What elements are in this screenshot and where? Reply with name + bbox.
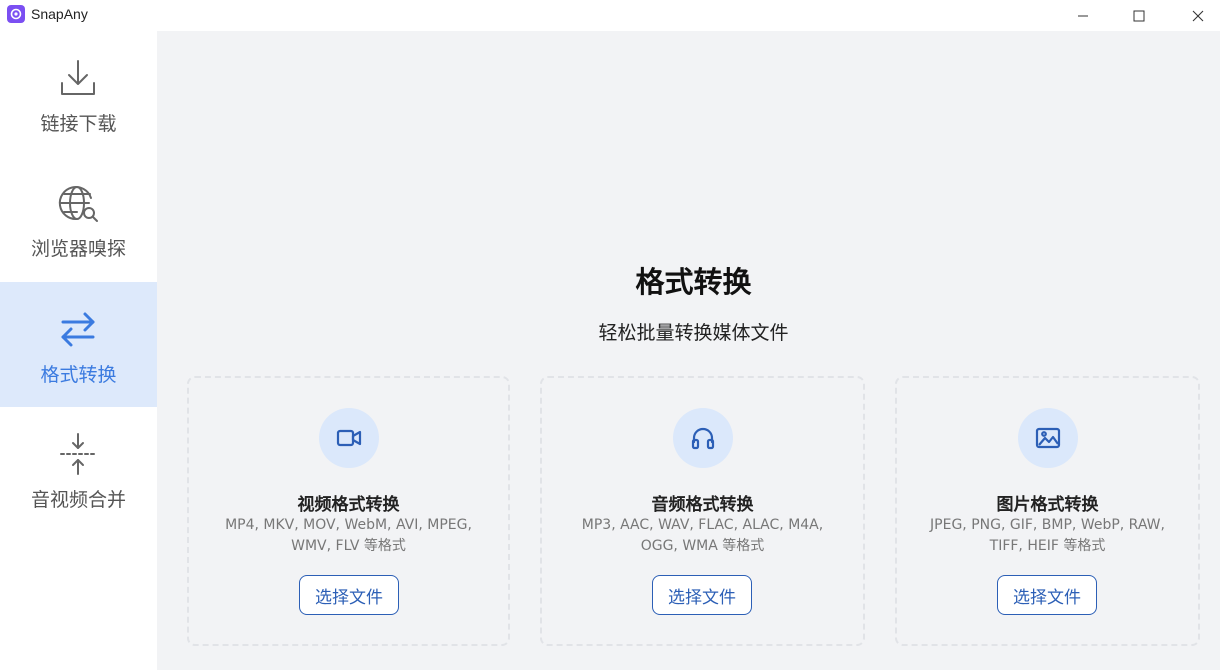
- card-title: 视频格式转换: [297, 495, 400, 515]
- close-button[interactable]: [1175, 0, 1220, 31]
- sidebar-item-format-convert[interactable]: 格式转换: [0, 282, 157, 407]
- card-description: MP4, MKV, MOV, WebM, AVI, MPEG, WMV, FLV…: [225, 517, 472, 554]
- card-description: JPEG, PNG, GIF, BMP, WebP, RAW, TIFF, HE…: [930, 517, 1165, 554]
- sidebar: 链接下载 浏览器嗅探 格式转换 音视频合并: [0, 31, 157, 670]
- merge-icon: [60, 433, 96, 475]
- download-icon: [61, 60, 95, 95]
- video-camera-icon: [319, 408, 379, 468]
- title-bar: SnapAny: [0, 0, 1220, 31]
- choose-file-button[interactable]: 选择文件: [997, 575, 1097, 615]
- sidebar-item-label: 格式转换: [40, 364, 117, 386]
- main-content: 格式转换 轻松批量转换媒体文件 视频格式转换 MP4, MKV, MOV, We…: [157, 31, 1220, 670]
- sidebar-item-browser-sniff[interactable]: 浏览器嗅探: [0, 156, 157, 281]
- sidebar-item-label: 浏览器嗅探: [30, 238, 126, 260]
- minimize-icon: [1078, 15, 1088, 16]
- app-logo-icon: [7, 5, 25, 23]
- choose-file-button[interactable]: 选择文件: [652, 575, 752, 615]
- image-icon: [1018, 408, 1078, 468]
- sidebar-item-link-download[interactable]: 链接下载: [0, 31, 157, 156]
- headphones-icon: [673, 408, 733, 468]
- convert-arrows-icon: [61, 312, 95, 347]
- sidebar-item-label: 链接下载: [40, 113, 117, 135]
- close-icon: [1192, 10, 1204, 21]
- sidebar-item-av-merge[interactable]: 音视频合并: [0, 407, 157, 532]
- maximize-button[interactable]: [1116, 0, 1162, 31]
- maximize-icon: [1133, 10, 1145, 21]
- minimize-button[interactable]: [1060, 0, 1106, 31]
- card-description: MP3, AAC, WAV, FLAC, ALAC, M4A, OGG, WMA…: [581, 517, 824, 554]
- video-convert-card: 视频格式转换 MP4, MKV, MOV, WebM, AVI, MPEG, W…: [187, 376, 510, 646]
- audio-convert-card: 音频格式转换 MP3, AAC, WAV, FLAC, ALAC, M4A, O…: [540, 376, 865, 646]
- card-title: 音频格式转换: [651, 495, 754, 515]
- page-title: 格式转换: [635, 265, 752, 299]
- card-title: 图片格式转换: [996, 495, 1099, 515]
- page-subtitle: 轻松批量转换媒体文件: [598, 322, 789, 344]
- sidebar-item-label: 音视频合并: [30, 489, 126, 511]
- choose-file-button[interactable]: 选择文件: [299, 575, 399, 615]
- image-convert-card: 图片格式转换 JPEG, PNG, GIF, BMP, WebP, RAW, T…: [895, 376, 1200, 646]
- globe-search-icon: [58, 186, 98, 222]
- app-title: SnapAny: [31, 6, 88, 22]
